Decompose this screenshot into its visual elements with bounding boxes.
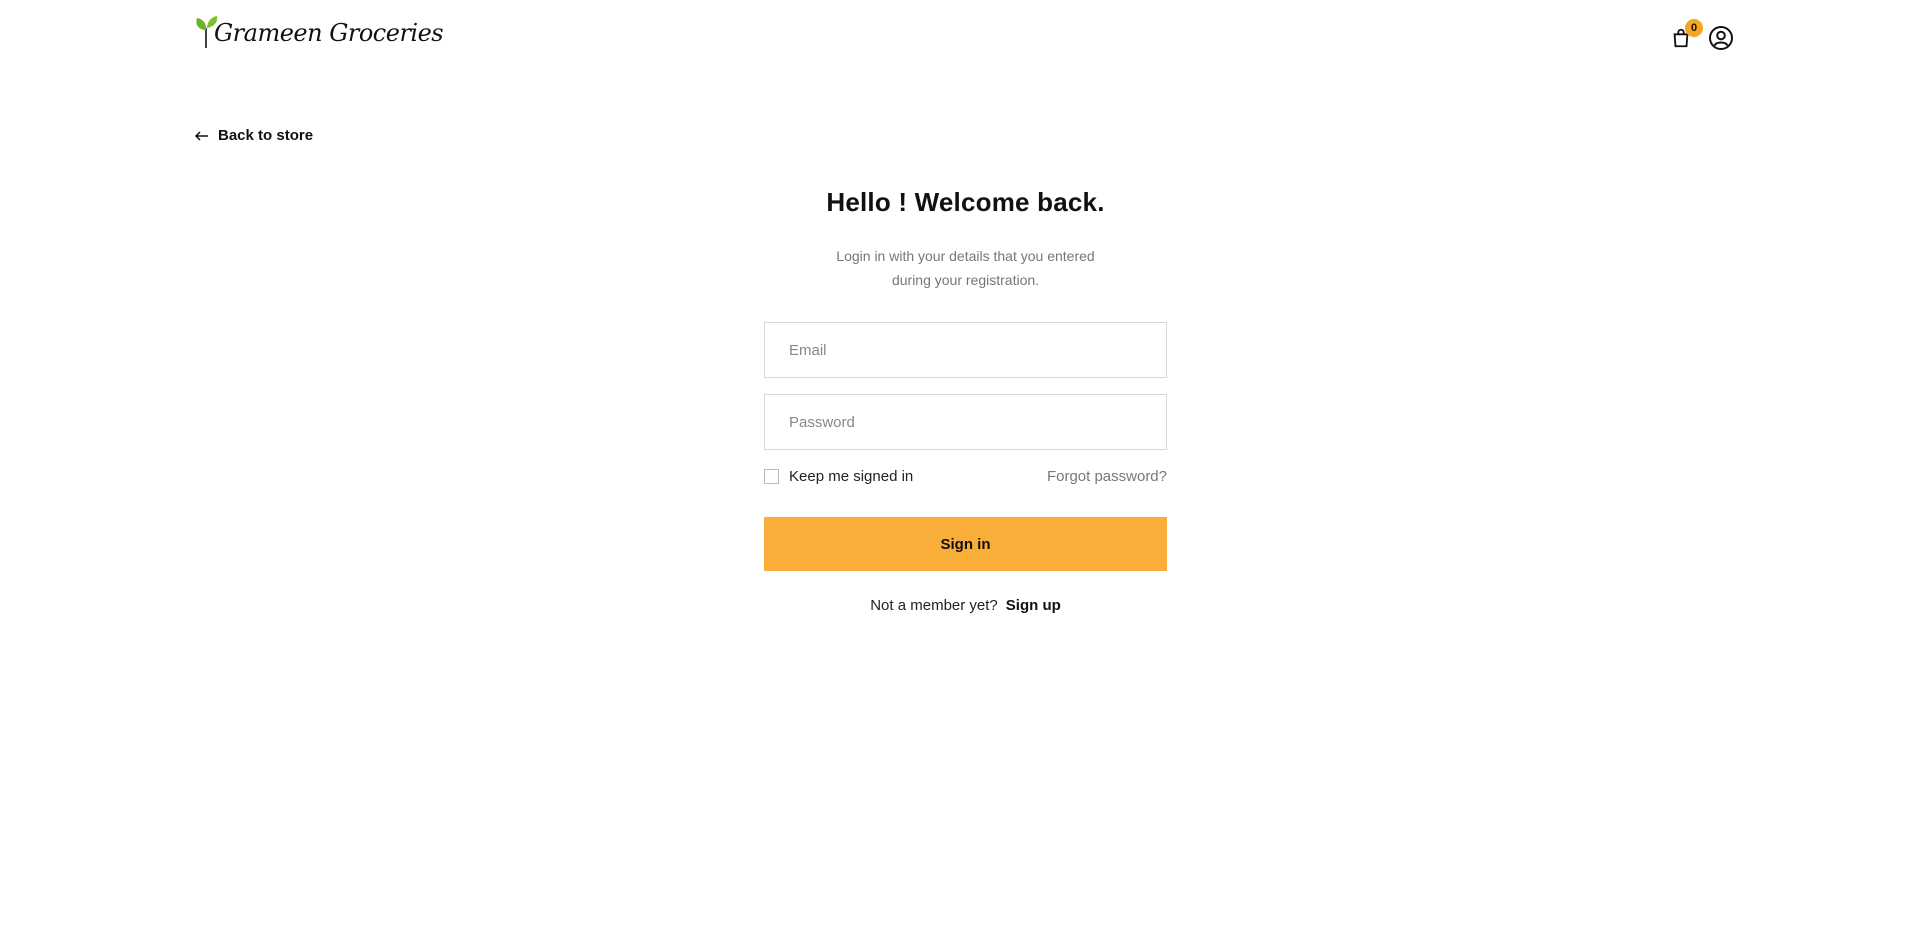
account-button[interactable]: [1707, 24, 1735, 52]
keep-signed-in-toggle[interactable]: Keep me signed in: [764, 468, 913, 485]
sign-in-button[interactable]: Sign in: [764, 517, 1167, 571]
header-actions: 0: [1667, 19, 1735, 52]
login-form: Hello ! Welcome back. Login in with your…: [764, 183, 1167, 614]
logo-text: Grameen Groceries: [214, 19, 444, 47]
page-title: Hello ! Welcome back.: [826, 187, 1105, 217]
cart-count-badge: 0: [1685, 19, 1703, 37]
cart-button[interactable]: 0: [1667, 19, 1703, 52]
page-subtitle: Login in with your details that you ente…: [836, 248, 1095, 288]
arrow-left-icon: [194, 130, 208, 141]
password-field[interactable]: [764, 394, 1167, 450]
keep-signed-in-label: Keep me signed in: [789, 468, 914, 485]
login-options-row: Keep me signed in Forgot password?: [764, 468, 1167, 485]
signup-prompt-row: Not a member yet? Sign up: [870, 597, 1061, 614]
email-field[interactable]: [764, 322, 1167, 378]
back-to-store-label: Back to store: [218, 127, 314, 144]
site-logo[interactable]: Grameen Groceries: [194, 14, 444, 50]
keep-signed-in-checkbox[interactable]: [764, 469, 779, 484]
back-to-store-link[interactable]: Back to store: [194, 127, 313, 144]
user-circle-icon: [1709, 26, 1733, 50]
site-header: Grameen Groceries 0: [0, 0, 1920, 80]
forgot-password-link[interactable]: Forgot password?: [1047, 468, 1167, 485]
sign-up-link[interactable]: Sign up: [1006, 597, 1061, 614]
signup-prompt-text: Not a member yet?: [870, 597, 998, 614]
